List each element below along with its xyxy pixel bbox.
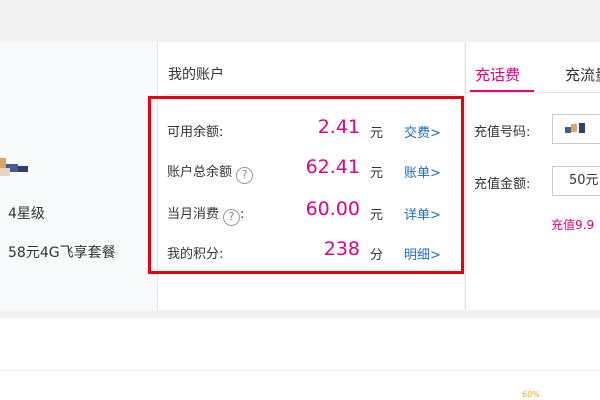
promo-text: 充值9.9	[551, 218, 595, 232]
phone-label: 充值号码:	[474, 125, 531, 140]
phone-input[interactable]	[552, 114, 600, 144]
member-level: 4星级	[8, 206, 45, 222]
amount-label: 充值金额:	[474, 177, 531, 192]
divider	[466, 92, 600, 93]
tab-recharge-phone[interactable]: 充话费	[475, 64, 520, 85]
avatar-icon	[0, 158, 28, 176]
amount-select[interactable]: 50元	[552, 166, 600, 196]
bottom-tag: 60%	[522, 390, 540, 399]
bottom-section	[0, 318, 600, 400]
account-title: 我的账户	[168, 67, 224, 83]
highlight-box	[148, 96, 464, 274]
tab-recharge-data[interactable]: 充流量	[565, 64, 600, 85]
divider	[163, 94, 458, 95]
phone-number-icon	[565, 123, 585, 133]
divider	[0, 370, 600, 371]
plan-name: 58元4G飞享套餐	[8, 245, 116, 261]
